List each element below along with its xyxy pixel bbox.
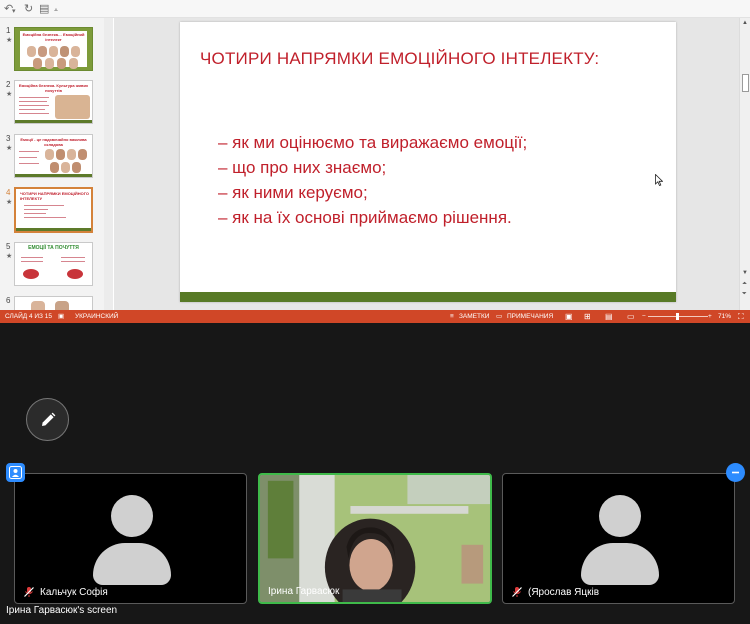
thumb-title: Емоції - це надзвичайно важлива складова — [20, 137, 87, 147]
spellcheck-icon[interactable]: ▣ — [58, 310, 64, 323]
shared-screen: ↶ ▾ ↻ ▤ ⩡ 1 ★ Емоційна безпека… Емоційни… — [0, 0, 750, 323]
participant-options-button[interactable] — [6, 463, 25, 482]
undo-dropdown-icon[interactable]: ▾ — [12, 5, 16, 18]
participant-label: (Ярослав Яцків — [511, 586, 599, 598]
slide-counter: СЛАЙД 4 ИЗ 15 — [5, 313, 53, 320]
slide-thumbnails-panel: 1 ★ Емоційна безпека… Емоційний інтелект… — [0, 18, 113, 310]
quick-access-toolbar: ↶ ▾ ↻ ▤ ⩡ — [0, 0, 750, 18]
thumbnail-slide-1[interactable]: Емоційна безпека… Емоційний інтелект — [14, 27, 93, 71]
annotate-button[interactable] — [26, 398, 69, 441]
avatar-silhouette — [93, 543, 171, 585]
thumb-number: 1 — [6, 26, 11, 35]
thumbnails-scrollbar[interactable] — [104, 18, 113, 310]
thumb-number: 6 — [6, 296, 11, 305]
thumbnail-slide-3[interactable]: Емоції - це надзвичайно важлива складова — [14, 134, 93, 178]
avatar — [599, 495, 641, 537]
minimize-video-button[interactable] — [726, 463, 745, 482]
slideshow-view-icon[interactable]: ▭ — [627, 310, 635, 323]
current-slide: ЧОТИРИ НАПРЯМКИ ЕМОЦІЙНОГО ІНТЕЛЕКТУ: – … — [180, 22, 676, 302]
zoom-level[interactable]: 71% — [718, 310, 731, 323]
slideshow-icon[interactable]: ▤ — [39, 2, 49, 15]
thumb-number: 3 — [6, 134, 11, 143]
slide-bullet: – як ми оцінюємо та виражаємо емоції; — [218, 133, 528, 152]
customize-toolbar-icon[interactable]: ⩡ — [54, 4, 58, 17]
slide-title: ЧОТИРИ НАПРЯМКИ ЕМОЦІЙНОГО ІНТЕЛЕКТУ: — [200, 49, 600, 68]
thumb-star-icon: ★ — [6, 199, 13, 206]
thumb-number: 5 — [6, 242, 11, 251]
slide-bullet-list: – як ми оцінюємо та виражаємо емоції; – … — [218, 130, 527, 230]
slide-bullet: – що про них знаємо; — [218, 158, 387, 177]
thumb-title: Емоційна безпека. Культура живих почутті… — [18, 83, 89, 93]
thumb-title: ЕМОЦІЇ ТА ПОЧУТТЯ — [28, 245, 79, 251]
redo-icon[interactable]: ↻ — [24, 2, 33, 15]
fit-to-window-icon[interactable]: ⛶ — [738, 310, 744, 323]
thumbnail-slide-5[interactable]: ЕМОЦІЇ ТА ПОЧУТТЯ — [14, 242, 93, 286]
scroll-down-icon[interactable]: ▼ — [742, 270, 748, 276]
status-bar: СЛАЙД 4 ИЗ 15 ▣ УКРАИНСКИЙ ≡ ЗАМЕТКИ ▭ П… — [0, 310, 750, 323]
thumb-number: 2 — [6, 80, 11, 89]
thumb-number: 4 — [6, 188, 11, 197]
thumb-star-icon: ★ — [6, 253, 13, 260]
slide-bullet: – як ними керуємо; — [218, 183, 368, 202]
mic-muted-icon — [24, 587, 34, 597]
participant-tile[interactable]: Кальчук Софія — [14, 473, 247, 604]
scrollbar-thumb[interactable] — [742, 74, 749, 92]
participant-video — [260, 475, 490, 602]
notes-icon[interactable]: ≡ — [450, 310, 454, 323]
screen-share-label: Ірина Гарвасюк's screen — [6, 605, 118, 616]
comments-button[interactable]: ПРИМЕЧАНИЯ — [507, 310, 553, 323]
thumb-title: Емоційна безпека… Емоційний інтелект — [22, 32, 85, 42]
thumb-title: ЧОТИРИ НАПРЯМКИ ЕМОЦІЙНОГО ІНТЕЛЕКТУ — [20, 191, 90, 201]
participant-label: Кальчук Софія — [23, 586, 108, 598]
thumbnail-slide-4[interactable]: ЧОТИРИ НАПРЯМКИ ЕМОЦІЙНОГО ІНТЕЛЕКТУ — [14, 187, 93, 233]
reading-view-icon[interactable]: ▤ — [605, 310, 613, 323]
slide-bullet: – як на їх основі приймаємо рішення. — [218, 208, 512, 227]
zoom-slider-handle[interactable] — [676, 313, 679, 320]
participant-name: (Ярослав Яцків — [528, 586, 600, 598]
thumbnail-slide-6[interactable] — [14, 296, 93, 310]
thumb-star-icon: ★ — [6, 91, 13, 98]
minus-icon — [732, 471, 739, 474]
mic-muted-icon — [512, 587, 522, 597]
scroll-up-icon[interactable]: ▲ — [742, 20, 748, 26]
normal-view-icon[interactable]: ▣ — [565, 310, 573, 323]
thumb-star-icon: ★ — [6, 145, 13, 152]
language-label[interactable]: УКРАИНСКИЙ — [75, 310, 118, 323]
person-icon — [9, 466, 22, 479]
avatar — [111, 495, 153, 537]
participant-tile[interactable]: (Ярослав Яцків — [502, 473, 735, 604]
pen-icon — [41, 412, 55, 426]
slide-sorter-icon[interactable]: ⊞ — [584, 310, 591, 323]
thumb-star-icon: ★ — [6, 37, 13, 44]
zoom-out-button[interactable]: − — [642, 310, 646, 323]
participant-name: Кальчук Софія — [40, 586, 108, 598]
comments-icon[interactable]: ▭ — [496, 310, 502, 323]
prev-slide-icon[interactable]: ⏶ — [742, 281, 747, 288]
mouse-cursor-icon — [655, 173, 664, 189]
participant-name: Ірина Гарвасюк — [268, 586, 340, 597]
participant-tile-active-speaker[interactable]: Ірина Гарвасюк — [258, 473, 492, 604]
participant-label: Ірина Гарвасюк — [268, 586, 339, 597]
zoom-in-button[interactable]: + — [708, 310, 712, 323]
thumbnail-slide-2[interactable]: Емоційна безпека. Культура живих почутті… — [14, 80, 93, 124]
notes-button[interactable]: ЗАМЕТКИ — [459, 310, 489, 323]
slide-editor-canvas: ЧОТИРИ НАПРЯМКИ ЕМОЦІЙНОГО ІНТЕЛЕКТУ: – … — [114, 18, 739, 310]
avatar-silhouette — [581, 543, 659, 585]
next-slide-icon[interactable]: ⏷ — [742, 291, 747, 298]
slide-footer-band — [180, 292, 676, 302]
slide-vertical-scrollbar[interactable]: ▲ ▼ ⏶ ⏷ — [739, 18, 750, 310]
